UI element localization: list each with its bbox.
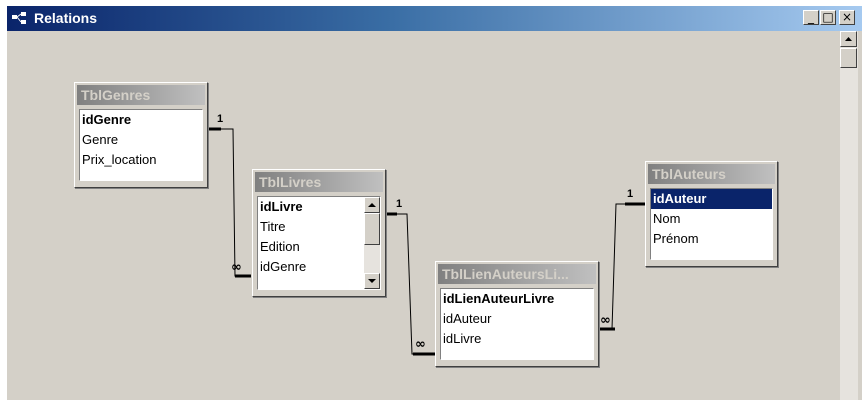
- field-item[interactable]: Nom: [651, 209, 772, 229]
- window-title: Relations: [34, 10, 98, 26]
- table-tbllienauteurslivres[interactable]: TblLienAuteursLi... idLienAuteurLivre id…: [435, 261, 599, 367]
- cardinality-one-label: 1: [217, 113, 224, 125]
- field-item[interactable]: Edition: [258, 237, 380, 257]
- relationship-genres-livres-line: [221, 128, 243, 277]
- scroll-up-button[interactable]: [840, 31, 857, 47]
- arrow-up-icon: [845, 37, 852, 41]
- table-title[interactable]: TblLivres: [255, 172, 383, 192]
- close-icon: ×: [841, 10, 853, 24]
- field-item[interactable]: idGenre: [80, 110, 202, 130]
- field-list-scrollbar[interactable]: [364, 197, 380, 289]
- scroll-down-button[interactable]: [364, 273, 380, 289]
- relations-workspace[interactable]: 1 ∞ 1 ∞ 1 ∞ TblGenres idGenre Genre Prix…: [7, 31, 839, 400]
- vertical-scrollbar[interactable]: [839, 31, 858, 400]
- field-item[interactable]: Prix_location: [80, 150, 202, 170]
- cardinality-many-label: ∞: [231, 260, 242, 275]
- field-item[interactable]: Titre: [258, 217, 380, 237]
- field-item[interactable]: idLivre: [258, 197, 380, 217]
- table-tblgenres[interactable]: TblGenres idGenre Genre Prix_location: [74, 82, 208, 188]
- relations-window: Relations _ □ × 1 ∞ 1 ∞ 1 ∞ TblGenres id…: [6, 5, 862, 400]
- field-item[interactable]: Genre: [80, 130, 202, 150]
- field-list[interactable]: idLivre Titre Edition idGenre: [257, 196, 381, 290]
- table-title[interactable]: TblGenres: [77, 85, 205, 105]
- field-item-selected[interactable]: idAuteur: [651, 189, 772, 209]
- cardinality-many-label: ∞: [415, 337, 426, 352]
- table-title[interactable]: TblLienAuteursLi...: [438, 264, 596, 284]
- field-list[interactable]: idLienAuteurLivre idAuteur idLivre: [440, 288, 594, 360]
- cardinality-many-label: ∞: [600, 313, 611, 328]
- field-list[interactable]: idAuteur Nom Prénom: [650, 188, 773, 260]
- table-tbllivres[interactable]: TblLivres idLivre Titre Edition idGenre: [252, 169, 386, 297]
- arrow-down-icon: [368, 279, 376, 283]
- arrow-up-icon: [368, 203, 376, 207]
- cardinality-one-label: 1: [627, 188, 634, 200]
- minimize-icon: _: [808, 10, 814, 24]
- close-button[interactable]: ×: [839, 10, 855, 25]
- table-tblauteurs[interactable]: TblAuteurs idAuteur Nom Prénom: [645, 161, 778, 267]
- title-bar[interactable]: Relations _ □ ×: [7, 6, 862, 31]
- field-item[interactable]: Prénom: [651, 229, 772, 249]
- scroll-thumb[interactable]: [364, 213, 380, 245]
- field-list[interactable]: idGenre Genre Prix_location: [79, 109, 203, 181]
- relationship-livres-lien-line: [397, 213, 421, 355]
- field-item[interactable]: idGenre: [258, 257, 380, 277]
- field-item[interactable]: idLienAuteurLivre: [441, 289, 593, 309]
- minimize-button[interactable]: _: [803, 10, 819, 25]
- relationship-auteurs-lien-line: [603, 203, 625, 330]
- maximize-icon: □: [822, 10, 834, 24]
- maximize-button[interactable]: □: [820, 10, 836, 25]
- relations-icon: [12, 12, 26, 24]
- field-item[interactable]: idAuteur: [441, 309, 593, 329]
- table-title[interactable]: TblAuteurs: [648, 164, 775, 184]
- scroll-thumb[interactable]: [840, 48, 857, 68]
- cardinality-one-label: 1: [396, 198, 403, 210]
- field-item[interactable]: idLivre: [441, 329, 593, 349]
- scroll-up-button[interactable]: [364, 197, 380, 213]
